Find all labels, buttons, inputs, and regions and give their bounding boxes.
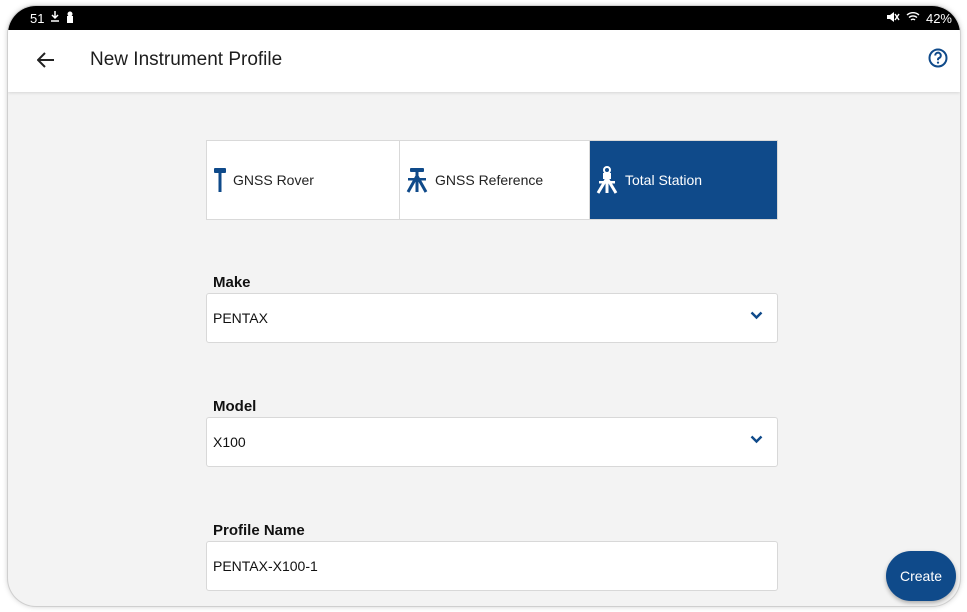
status-time: 51 [30, 10, 45, 26]
model-label: Model [213, 398, 257, 415]
wifi-icon [906, 11, 920, 26]
make-label: Make [213, 274, 251, 291]
create-button[interactable]: Create [886, 551, 956, 601]
tripod-icon [406, 168, 428, 193]
instrument-type-selector: GNSS Rover GNSS Reference Total Station [206, 140, 778, 220]
model-dropdown[interactable]: X100 [206, 417, 778, 467]
rover-pole-icon [214, 168, 226, 192]
tab-label: GNSS Reference [435, 172, 544, 188]
tab-total-station[interactable]: Total Station [589, 141, 777, 219]
make-value: PENTAX [213, 310, 268, 326]
tab-label: Total Station [625, 172, 703, 188]
page-title: New Instrument Profile [90, 49, 283, 70]
profile-name-label: Profile Name [213, 522, 305, 539]
battery-level: 42% [925, 10, 952, 26]
notification-icon [66, 11, 74, 26]
tab-gnss-rover[interactable]: GNSS Rover [207, 141, 399, 219]
mute-icon [886, 11, 900, 26]
help-circle-icon [928, 48, 948, 68]
app-bar: New Instrument Profile [8, 30, 960, 92]
make-dropdown[interactable]: PENTAX [206, 293, 778, 343]
tab-label: GNSS Rover [233, 172, 314, 188]
device-screen: 51 42% New Instrument Profile GNSS Rover… [8, 6, 960, 606]
profile-name-input[interactable]: PENTAX-X100-1 [206, 541, 778, 591]
chevron-down-icon [750, 311, 763, 320]
back-button[interactable] [32, 46, 60, 74]
profile-name-value: PENTAX-X100-1 [213, 558, 318, 574]
chevron-down-icon [750, 435, 763, 444]
help-button[interactable] [928, 48, 948, 68]
download-icon [50, 10, 60, 26]
arrow-left-icon [37, 52, 54, 68]
tab-gnss-reference[interactable]: GNSS Reference [399, 141, 589, 219]
status-bar: 51 42% [8, 6, 960, 30]
total-station-icon [596, 166, 618, 194]
model-value: X100 [213, 434, 246, 450]
